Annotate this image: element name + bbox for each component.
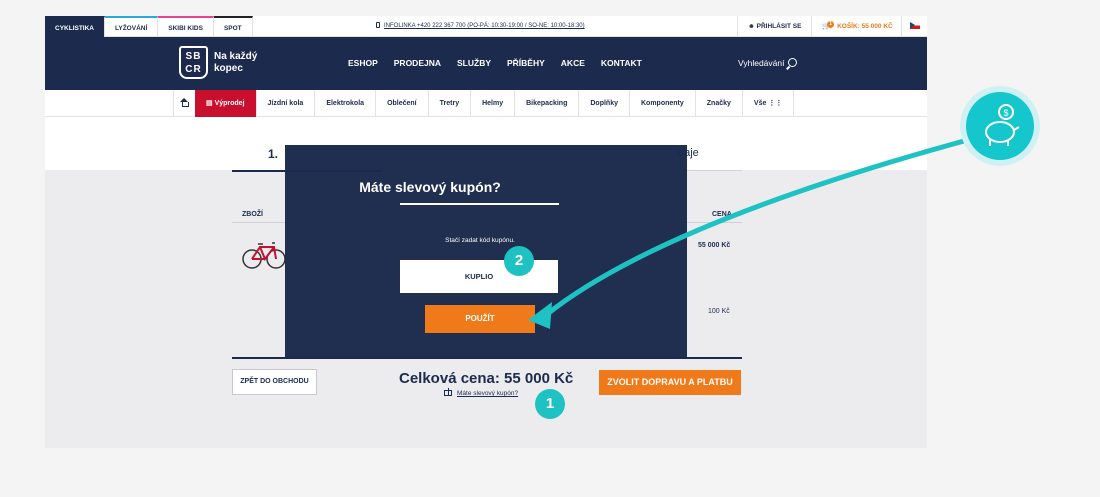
category-all[interactable]: Vše ⋮⋮ — [741, 90, 795, 117]
category-bikes[interactable]: Jízdní kola — [255, 90, 315, 117]
category-brands[interactable]: Značky — [694, 90, 742, 117]
category-shoes[interactable]: Tretry — [427, 90, 470, 117]
nav-kontakt[interactable]: KONTAKT — [601, 37, 642, 90]
step-1-label[interactable]: 1. — [268, 147, 278, 161]
choose-shipping-button[interactable]: ZVOLIT DOPRAVU A PLATBU — [599, 370, 741, 395]
back-to-shop-button[interactable]: ZPĚT DO OBCHODU — [232, 369, 317, 395]
tab-cyklistika[interactable]: CYKLISTIKA — [45, 16, 105, 37]
modal-title: Máte slevový kupón? — [359, 179, 501, 195]
cart-label: KOŠÍK: 55 000 KČ — [837, 23, 893, 30]
cart-count-badge: 1 — [827, 21, 835, 28]
coupon-link[interactable]: Máte slevový kupón? — [444, 388, 519, 397]
hotline-text: INFOLINKA +420 222 367 700 (PO-PÁ: 10:30… — [384, 23, 585, 29]
logo-tagline-line1: Na každý — [214, 51, 258, 62]
segment-tabs: CYKLISTIKA LYŽOVÁNÍ SKIBI KIDS SPOT — [45, 16, 253, 37]
step-marker-2: 2 — [504, 246, 534, 276]
tab-skibi-kids[interactable]: SKIBI KIDS — [158, 16, 214, 37]
logo-letters-top: SB — [185, 51, 202, 62]
nav-eshop[interactable]: ESHOP — [348, 37, 378, 90]
search-icon — [788, 58, 798, 67]
category-accessories[interactable]: Doplňky — [578, 90, 629, 117]
search-button[interactable]: Vyhledávání — [738, 37, 798, 90]
category-sale-label: Výprodej — [214, 100, 245, 107]
svg-text:$: $ — [1003, 108, 1008, 118]
item-price: 55 000 Kč — [698, 242, 731, 249]
category-clothing[interactable]: Oblečení — [375, 90, 428, 117]
hotline-link[interactable]: INFOLINKA +420 222 367 700 (PO-PÁ: 10:30… — [376, 16, 585, 37]
home-button[interactable] — [173, 90, 195, 117]
logo-tagline-line2: kopec — [214, 63, 243, 74]
column-goods-header: ZBOŽÍ — [242, 211, 263, 218]
category-all-label: Vše — [753, 100, 767, 107]
logo[interactable]: SB CR — [179, 46, 208, 79]
login-label: PŘIHLÁSIT SE — [756, 23, 802, 30]
nav-prodejna[interactable]: PRODEJNA — [394, 37, 441, 90]
language-switch[interactable] — [901, 16, 920, 37]
browser-page: CYKLISTIKA LYŽOVÁNÍ SKIBI KIDS SPOT INFO… — [45, 16, 927, 448]
grid-icon: ⋮⋮ — [768, 100, 783, 107]
modal-title-underline — [400, 203, 559, 205]
utility-bar: CYKLISTIKA LYŽOVÁNÍ SKIBI KIDS SPOT INFO… — [45, 16, 927, 37]
coupon-link-label: Máte slevový kupón? — [457, 390, 519, 397]
nav-pribehy[interactable]: PŘÍBĚHY — [507, 37, 545, 90]
nav-akce[interactable]: AKCE — [561, 37, 585, 90]
tab-spot[interactable]: SPOT — [213, 16, 253, 37]
cart-button[interactable]: 🛒1 KOŠÍK: 55 000 KČ — [811, 16, 893, 37]
category-sale[interactable]: ▤ Výprodej — [195, 90, 256, 117]
category-components[interactable]: Komponenty — [629, 90, 695, 117]
search-label: Vyhledávání — [738, 58, 785, 68]
category-bikepacking[interactable]: Bikepacking — [514, 90, 578, 117]
tag-icon: ▤ — [206, 100, 215, 107]
extra-item-price: 100 Kč — [708, 308, 730, 315]
category-helmets[interactable]: Helmy — [470, 90, 514, 117]
category-nav: ▤ Výprodej Jízdní kola Elektrokola Obleč… — [45, 90, 927, 117]
nav-sluzby[interactable]: SLUŽBY — [457, 37, 491, 90]
main-nav: ESHOP PRODEJNA SLUŽBY PŘÍBĚHY AKCE KONTA… — [348, 37, 642, 90]
modal-hint: Stačí zadat kód kupónu. — [445, 237, 515, 244]
piggy-bank-icon: $ — [966, 92, 1034, 160]
phone-icon — [376, 22, 380, 28]
logo-tagline: Na každý kopec — [214, 51, 257, 75]
login-button[interactable]: ☻ PŘIHLÁSIT SE — [737, 16, 801, 37]
user-icon: ☻ — [748, 23, 757, 30]
logo-letters-bottom: CR — [185, 64, 202, 75]
column-price-header: CENA — [712, 211, 732, 218]
piggy-bank-badge: $ — [960, 86, 1040, 166]
czech-flag-icon — [910, 22, 920, 29]
main-header: SB CR Na každý kopec ESHOP PRODEJNA SLUŽ… — [45, 37, 927, 90]
tab-lyzovani[interactable]: LYŽOVÁNÍ — [105, 16, 159, 37]
home-icon — [180, 98, 189, 107]
coupon-modal: Máte slevový kupón? Stačí zadat kód kupó… — [285, 145, 687, 359]
gift-icon — [444, 388, 452, 396]
coupon-code-input[interactable]: KUPLIO — [400, 260, 558, 293]
category-ebikes[interactable]: Elektrokola — [314, 90, 375, 117]
apply-coupon-button[interactable]: POUŽÍT — [425, 305, 535, 333]
bike-thumbnail[interactable] — [241, 238, 287, 270]
total-price: Celková cena: 55 000 Kč — [399, 370, 574, 387]
step-marker-1: 1 — [535, 389, 565, 419]
